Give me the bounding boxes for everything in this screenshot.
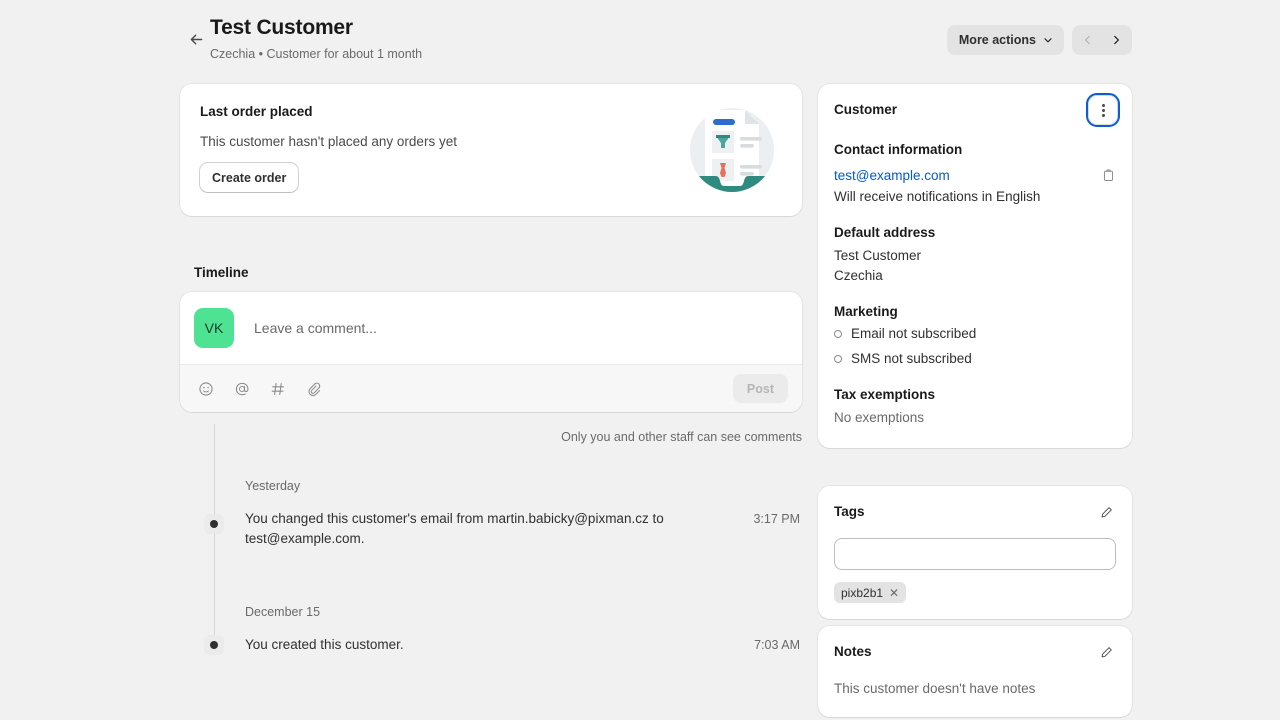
timeline-list: Yesterday You changed this customer's em… (180, 424, 802, 655)
avatar: VK (194, 308, 234, 348)
page-header: Test Customer Czechia • Customer for abo… (180, 12, 1132, 68)
contact-information-heading: Contact information (834, 142, 963, 157)
order-document-illustration (682, 98, 782, 203)
default-address-heading: Default address (834, 225, 936, 240)
status-circle-icon (834, 330, 842, 338)
notes-empty-text: This customer doesn't have notes (834, 681, 1036, 696)
timeline-heading: Timeline (194, 265, 249, 280)
next-customer-button[interactable] (1102, 26, 1130, 54)
marketing-email-status: Email not subscribed (834, 324, 1116, 344)
page-title: Test Customer (210, 16, 353, 39)
timeline-group: Yesterday You changed this customer's em… (180, 479, 802, 549)
composer-tool-icons (194, 377, 326, 401)
edit-notes-button[interactable] (1093, 639, 1119, 665)
kebab-menu-icon (1101, 103, 1105, 117)
timeline-date-label: Yesterday (245, 479, 301, 493)
notes-card-title: Notes (834, 644, 872, 659)
timeline-event-text: You created this customer. (245, 637, 404, 652)
timeline-event-time: 3:17 PM (753, 512, 800, 526)
timeline-event-text: You changed this customer's email from m… (245, 511, 664, 546)
attachment-icon[interactable] (302, 377, 326, 401)
arrow-left-icon (190, 34, 202, 44)
chevron-down-icon (1044, 38, 1052, 43)
comment-input[interactable] (254, 320, 788, 336)
mention-icon[interactable] (230, 377, 254, 401)
copy-email-button[interactable] (1096, 163, 1120, 187)
timeline-event-time: 7:03 AM (754, 638, 800, 652)
customer-detail-page: Test Customer Czechia • Customer for abo… (0, 0, 1280, 720)
tags-card: Tags pixb2b1 ✕ (818, 486, 1132, 619)
pencil-edit-icon (1101, 646, 1112, 657)
chevron-right-icon (1114, 35, 1119, 45)
edit-tags-button[interactable] (1093, 499, 1119, 525)
address-country: Czechia (834, 268, 883, 283)
pencil-edit-icon (1101, 506, 1112, 517)
comment-composer-card: VK Leave a comment... Post (180, 292, 802, 412)
create-order-button[interactable]: Create order (200, 163, 299, 192)
more-actions-label: More actions (958, 33, 1036, 47)
customer-card-header: Customer (834, 93, 1120, 127)
address-name: Test Customer (834, 248, 922, 263)
header-actions: More actions (946, 25, 1132, 55)
customer-email-link[interactable]: test@example.com (834, 168, 950, 183)
marketing-heading: Marketing (834, 304, 898, 319)
emoji-icon[interactable] (194, 377, 218, 401)
more-actions-button[interactable]: More actions (946, 25, 1064, 55)
last-order-card: Last order placed This customer hasn't p… (180, 84, 802, 216)
marketing-sms-status: SMS not subscribed (834, 349, 1116, 369)
composer-toolbar: Post (180, 364, 802, 412)
marketing-sms-label: SMS not subscribed (851, 351, 972, 366)
pagination (1072, 25, 1132, 55)
tags-card-title: Tags (834, 504, 865, 519)
hashtag-icon[interactable] (266, 377, 290, 401)
notes-card-header: Notes (834, 644, 1116, 665)
notes-card: Notes This customer doesn't have notes (818, 626, 1132, 717)
back-button[interactable] (182, 25, 210, 53)
post-comment-button[interactable]: Post (732, 374, 788, 403)
timeline-row: You created this customer. 7:03 AM (180, 635, 802, 655)
tax-exemptions-heading: Tax exemptions (834, 387, 936, 402)
tag-list: pixb2b1 ✕ (834, 570, 1116, 603)
timeline-dot-icon (210, 641, 218, 649)
clipboard-copy-icon (1103, 169, 1113, 181)
customer-card: Customer Contact information test@exampl… (818, 84, 1132, 448)
notifications-note: Will receive notifications in English (834, 189, 1041, 204)
timeline-group: December 15 You created this customer. 7… (180, 605, 802, 655)
timeline-marker (204, 635, 224, 655)
chevron-left-icon (1085, 35, 1090, 45)
timeline-row: You changed this customer's email from m… (180, 509, 802, 549)
timeline-dot-icon (210, 520, 218, 528)
customer-email-row: test@example.com (834, 163, 1116, 187)
tag-label: pixb2b1 (841, 585, 884, 600)
close-x-icon[interactable]: ✕ (889, 587, 899, 599)
customer-card-title: Customer (834, 102, 898, 117)
title-block: Test Customer Czechia • Customer for abo… (210, 14, 422, 63)
previous-customer-button[interactable] (1074, 26, 1102, 54)
composer-top-row: VK (180, 292, 802, 364)
timeline-marker (204, 514, 224, 534)
tag-chip[interactable]: pixb2b1 ✕ (834, 582, 907, 603)
page-subtitle: Czechia • Customer for about 1 month (210, 47, 423, 61)
marketing-email-label: Email not subscribed (851, 326, 977, 341)
tags-input[interactable] (834, 538, 1116, 570)
customer-menu-button[interactable] (1086, 93, 1120, 127)
timeline-date-label: December 15 (245, 605, 321, 619)
tax-exemptions-value: No exemptions (834, 410, 925, 425)
status-circle-icon (834, 355, 842, 363)
tags-card-header: Tags (834, 504, 1116, 525)
